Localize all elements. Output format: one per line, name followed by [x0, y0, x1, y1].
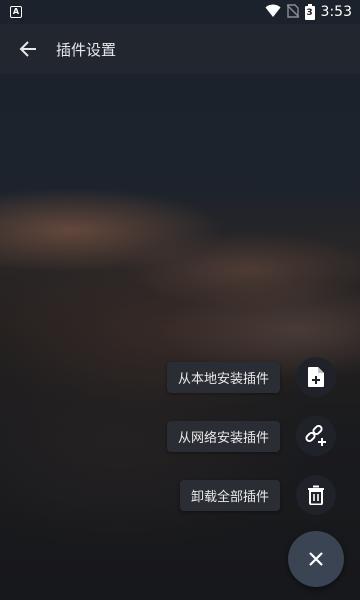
- status-icons: 3 3:53: [265, 3, 352, 21]
- status-bar: A 3 3:53: [0, 0, 360, 24]
- install-network-label[interactable]: 从网络安装插件: [166, 420, 280, 452]
- wifi-icon: [265, 3, 281, 22]
- uninstall-all-button[interactable]: [296, 475, 336, 515]
- close-fab-button[interactable]: [288, 531, 344, 587]
- close-icon: [309, 552, 323, 566]
- battery-icon: 3: [304, 4, 315, 20]
- app-bar: 插件设置: [0, 24, 360, 74]
- install-local-label[interactable]: 从本地安装插件: [166, 361, 280, 393]
- no-sim-icon: [286, 3, 300, 22]
- page-title: 插件设置: [56, 40, 117, 59]
- notification-icon: A: [10, 6, 22, 18]
- install-network-button[interactable]: [296, 416, 336, 456]
- battery-level: 3: [306, 8, 313, 18]
- file-plus-icon: [308, 367, 324, 387]
- back-button[interactable]: [0, 24, 56, 74]
- install-local-action[interactable]: 从本地安装插件: [166, 357, 360, 397]
- link-plus-icon: [305, 425, 326, 446]
- arrow-left-icon: [19, 41, 36, 57]
- uninstall-all-label[interactable]: 卸载全部插件: [179, 479, 280, 511]
- screen: A 3 3:53 插件设置 从本地安装插件 从网络安装插件 卸载全部插件: [0, 0, 360, 600]
- clock: 3:53: [320, 4, 352, 20]
- trash-icon: [308, 485, 324, 505]
- install-local-button[interactable]: [296, 357, 336, 397]
- uninstall-all-action[interactable]: 卸载全部插件: [179, 475, 360, 515]
- install-network-action[interactable]: 从网络安装插件: [166, 416, 360, 456]
